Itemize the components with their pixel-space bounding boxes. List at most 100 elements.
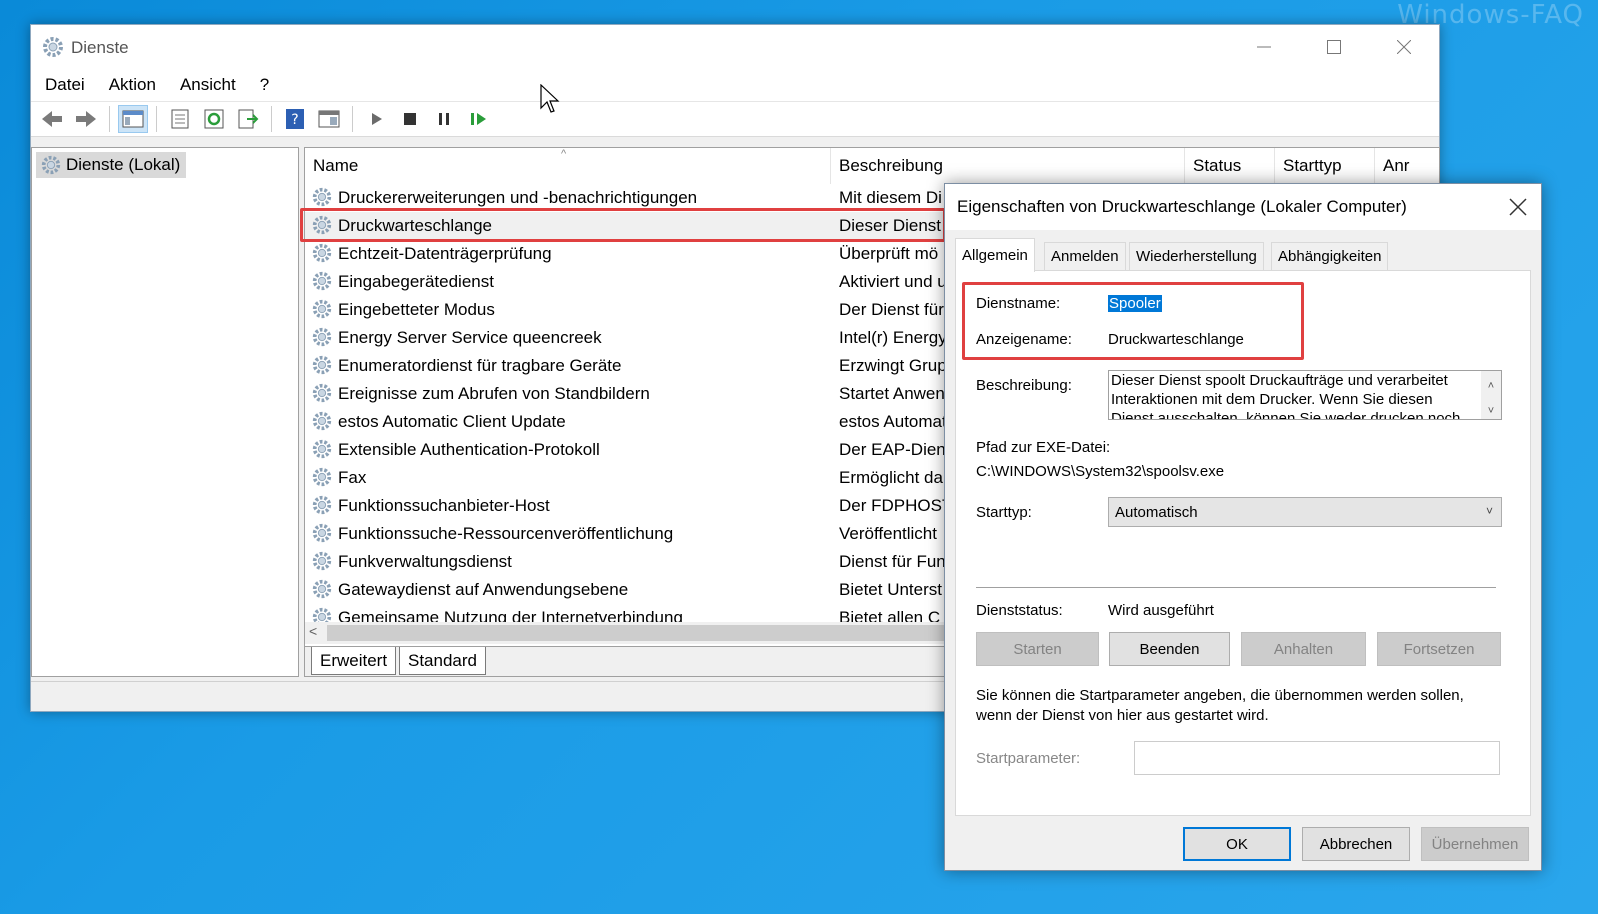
forward-arrow-icon <box>76 111 96 127</box>
dialog-close-button[interactable] <box>1509 192 1527 223</box>
tree-item-services-local[interactable]: Dienste (Lokal) <box>36 152 187 178</box>
service-name-cell: Echtzeit-Datenträgerprüfung <box>338 244 552 263</box>
maximize-button[interactable] <box>1299 25 1369 69</box>
starttype-select[interactable]: Automatisch ˅ <box>1108 497 1502 527</box>
export-button[interactable] <box>233 105 263 133</box>
help-button[interactable]: ? <box>280 105 310 133</box>
tab-recovery[interactable]: Wiederherstellung <box>1129 242 1264 270</box>
tab-dependencies[interactable]: Abhängigkeiten <box>1271 242 1389 270</box>
window-title: Dienste <box>71 38 129 57</box>
tab-general[interactable]: Allgemein <box>955 238 1035 272</box>
service-description-cell: estos Automat <box>839 412 947 431</box>
minimize-button[interactable] <box>1229 25 1299 69</box>
gear-icon <box>312 411 332 431</box>
export-list-icon <box>238 109 259 129</box>
gear-icon <box>312 355 332 375</box>
menu-datei[interactable]: Datei <box>45 75 85 95</box>
scroll-down-icon[interactable]: ˅ <box>1481 402 1501 419</box>
gear-icon <box>312 215 332 235</box>
gear-icon <box>312 187 332 207</box>
column-description[interactable]: Beschreibung <box>831 148 1185 184</box>
svg-text:?: ? <box>291 112 298 128</box>
gear-icon <box>312 243 332 263</box>
dialog-title-bar[interactable]: Eigenschaften von Druckwarteschlange (Lo… <box>945 184 1541 230</box>
gear-icon <box>312 383 332 403</box>
show-tree-button[interactable] <box>118 105 148 133</box>
service-description-cell: Bietet Unterst <box>839 580 942 599</box>
startparam-input[interactable] <box>1134 741 1500 775</box>
description-scrollbar[interactable]: ˄ ˅ <box>1481 371 1501 419</box>
tab-logon[interactable]: Anmelden <box>1044 242 1126 270</box>
mouse-cursor-icon <box>540 84 560 113</box>
gear-icon <box>312 579 332 599</box>
service-description-cell: Intel(r) Energy <box>839 328 947 347</box>
service-description-cell: Aktiviert und u <box>839 272 947 291</box>
refresh-icon <box>204 109 224 129</box>
display-name-value[interactable]: Druckwarteschlange <box>1108 331 1244 348</box>
starttype-label: Starttyp: <box>976 504 1032 521</box>
column-name[interactable]: Name <box>305 148 831 184</box>
startparam-hint-2: wenn der Dienst von hier aus gestartet w… <box>976 707 1269 724</box>
apply-button[interactable]: Übernehmen <box>1421 827 1529 861</box>
minimize-icon <box>1257 46 1271 48</box>
gear-icon <box>312 271 332 291</box>
chevron-down-icon: ˅ <box>1485 504 1493 518</box>
dialog-title: Eigenschaften von Druckwarteschlange (Lo… <box>957 197 1407 216</box>
close-button[interactable] <box>1369 25 1439 69</box>
back-button[interactable] <box>37 105 67 133</box>
pause-button[interactable]: Anhalten <box>1241 632 1366 666</box>
gear-icon <box>312 523 332 543</box>
status-value: Wird ausgeführt <box>1108 602 1214 619</box>
service-name-cell: Funktionssuchanbieter-Host <box>338 496 550 515</box>
startparam-hint: Sie können die Startparameter angeben, d… <box>976 687 1464 704</box>
ok-button[interactable]: OK <box>1183 827 1291 861</box>
service-description-cell: Dienst für Fun <box>839 552 946 571</box>
start-service-button[interactable] <box>361 105 391 133</box>
refresh-button[interactable] <box>199 105 229 133</box>
service-name-cell: Druckererweiterungen und -benachrichtigu… <box>338 188 698 207</box>
view-button[interactable] <box>314 105 344 133</box>
menu-ansicht[interactable]: Ansicht <box>180 75 236 95</box>
properties-button[interactable] <box>165 105 195 133</box>
menu-bar: Datei Aktion Ansicht ? <box>31 69 1439 101</box>
description-box[interactable]: Dieser Dienst spoolt Druckaufträge und v… <box>1108 370 1502 420</box>
start-button[interactable]: Starten <box>976 632 1099 666</box>
close-icon <box>1509 198 1527 216</box>
menu-help[interactable]: ? <box>260 75 269 95</box>
divider <box>976 587 1496 589</box>
scrollbar-thumb[interactable] <box>327 625 947 641</box>
stop-button[interactable]: Beenden <box>1109 632 1230 666</box>
toolbar-separator <box>156 106 157 132</box>
description-line: Interaktionen mit dem Drucker. Wenn Sie … <box>1111 391 1433 408</box>
forward-button[interactable] <box>71 105 101 133</box>
pause-service-button[interactable] <box>429 105 459 133</box>
cancel-button[interactable]: Abbrechen <box>1302 827 1410 861</box>
column-logon[interactable]: Anr <box>1375 148 1439 184</box>
gear-icon <box>43 37 63 57</box>
service-name-cell: Enumeratordienst für tragbare Geräte <box>338 356 622 375</box>
service-name-cell: Eingebetteter Modus <box>338 300 495 319</box>
close-icon <box>1397 40 1411 54</box>
help-icon: ? <box>286 109 304 129</box>
scroll-left-icon[interactable]: < <box>309 623 317 639</box>
column-starttype[interactable]: Starttyp <box>1275 148 1375 184</box>
display-name-label: Anzeigename: <box>976 331 1072 348</box>
column-status[interactable]: Status <box>1185 148 1275 184</box>
tree-item-label: Dienste (Lokal) <box>66 155 181 174</box>
tab-standard[interactable]: Standard <box>399 647 486 675</box>
scroll-up-icon[interactable]: ˄ <box>1481 377 1501 396</box>
back-arrow-icon <box>42 111 62 127</box>
tab-extended[interactable]: Erweitert <box>311 647 397 675</box>
service-name-value[interactable]: Spooler <box>1108 295 1162 312</box>
title-bar[interactable]: Dienste <box>31 25 1439 69</box>
restart-service-button[interactable] <box>463 105 493 133</box>
menu-aktion[interactable]: Aktion <box>109 75 156 95</box>
starttype-value: Automatisch <box>1115 503 1198 521</box>
description-line: Dienst ausschalten, können Sie weder dru… <box>1111 410 1461 420</box>
service-description-cell: Der FDPHOST- <box>839 496 958 515</box>
resume-button[interactable]: Fortsetzen <box>1377 632 1501 666</box>
gear-icon <box>312 495 332 515</box>
service-name-cell: Funkverwaltungsdienst <box>338 552 512 571</box>
stop-service-button[interactable] <box>395 105 425 133</box>
toolbar: ? <box>31 101 1439 137</box>
